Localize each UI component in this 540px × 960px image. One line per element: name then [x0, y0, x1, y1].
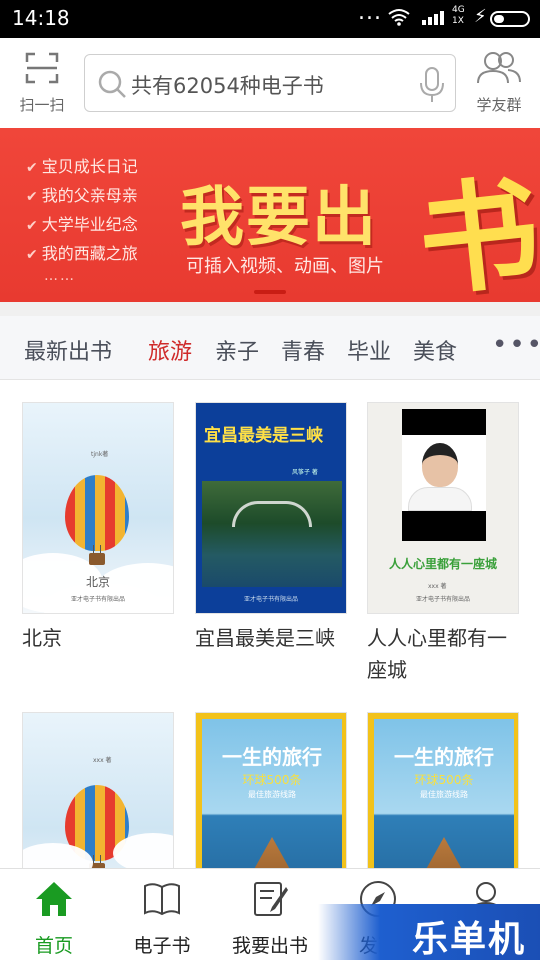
banner-list-item: ✔ 宝贝成长日记 [26, 157, 138, 176]
banner-list-item: ✔ 我的父亲母亲 [26, 186, 138, 205]
cover-subtitle: 环球500条 [242, 773, 302, 787]
clock: 14:18 [12, 6, 70, 30]
tab-graduation[interactable]: 毕业 [347, 334, 391, 366]
search-icon [98, 70, 126, 98]
tab-travel[interactable]: 旅游 [148, 334, 192, 366]
network-type: 4G 1X [452, 5, 465, 26]
watermark: 乐单机 [318, 904, 540, 960]
cover-tagline: 最佳旅游线路 [420, 790, 468, 799]
cover-author: tjnk著 [91, 451, 109, 458]
book-title[interactable]: 北京 [22, 622, 174, 654]
wifi-icon [388, 9, 410, 26]
cover-author: xxx 著 [93, 757, 112, 764]
cover-tagline: 最佳旅游线路 [248, 790, 296, 799]
search-input[interactable]: 共有62054种电子书 [131, 70, 324, 100]
check-icon: ✔ [26, 160, 38, 176]
microphone-icon[interactable] [419, 67, 445, 103]
write-icon [254, 882, 288, 916]
banner-headline: 我要出 [180, 180, 378, 255]
book-card[interactable]: 人人心里都有一座城 xxx 著 亚才电子书有限出品 人人心里都有一座城 [367, 402, 519, 686]
nav-home-label: 首页 [34, 935, 73, 957]
scan-label: 扫一扫 [19, 96, 65, 114]
tab-food[interactable]: 美食 [413, 334, 457, 366]
top-header: 扫一扫 共有62054种电子书 学友群 [0, 38, 540, 128]
search-box[interactable]: 共有62054种电子书 [84, 54, 456, 112]
cover-title: 一生的旅行 [394, 745, 494, 769]
banner-ellipsis: …… [44, 268, 76, 284]
cover-title: 人人心里都有一座城 [388, 557, 497, 571]
group-icon [477, 52, 521, 84]
check-icon: ✔ [26, 189, 38, 205]
battery-icon [490, 11, 530, 27]
scan-button[interactable]: 扫一扫 [10, 52, 74, 115]
cover-publisher: 亚才电子书有限出品 [243, 596, 298, 603]
charging-icon: ⚡ [474, 6, 487, 27]
nav-publish-label: 我要出书 [231, 935, 308, 957]
signal-icon [422, 11, 444, 25]
more-categories-button[interactable]: ••• [492, 330, 540, 360]
cover-title: 一生的旅行 [222, 745, 322, 769]
portrait-photo [402, 435, 486, 511]
tab-latest[interactable]: 最新出书 [24, 334, 112, 366]
cover-title: 北京 [85, 575, 110, 589]
nav-publish[interactable]: 我要出书 [216, 869, 324, 960]
cover-publisher: 亚才电子书有限出品 [70, 596, 125, 603]
group-label: 学友群 [476, 96, 522, 114]
check-icon: ✔ [26, 218, 38, 234]
notification-dots: ... [358, 0, 382, 25]
watermark-text: 乐单机 [412, 919, 527, 960]
tab-youth[interactable]: 青春 [281, 334, 325, 366]
study-group-button[interactable]: 学友群 [464, 50, 534, 115]
book-cover[interactable]: 宜昌最美是三峡 风筝子 著 亚才电子书有限出品 [195, 402, 347, 614]
nav-home[interactable]: 首页 [0, 869, 108, 960]
nav-ebook-label: 电子书 [133, 935, 191, 957]
cover-photo [202, 481, 342, 587]
book-title[interactable]: 人人心里都有一座城 [367, 622, 519, 686]
cover-subtitle: 环球500条 [414, 773, 474, 787]
home-icon [36, 882, 72, 916]
category-tabs: 最新出书 旅游 亲子 青春 毕业 美食 ••• [0, 316, 540, 380]
cover-author: 风筝子 著 [292, 469, 318, 476]
book-title[interactable]: 宜昌最美是三峡 [195, 622, 347, 654]
promo-banner[interactable]: ✔ 宝贝成长日记 ✔ 我的父亲母亲 ✔ 大学毕业纪念 ✔ 我的西藏之旅 …… 我要出 书… [0, 128, 540, 302]
book-card[interactable]: 宜昌最美是三峡 风筝子 著 亚才电子书有限出品 宜昌最美是三峡 [195, 402, 347, 654]
tab-parenting[interactable]: 亲子 [215, 334, 259, 366]
status-bar: 14:18 ... 4G 1X ⚡ [0, 0, 540, 38]
banner-list-item: ✔ 大学毕业纪念 [26, 215, 138, 234]
cover-publisher: 亚才电子书有限出品 [415, 596, 470, 603]
check-icon: ✔ [26, 247, 38, 263]
nav-ebook[interactable]: 电子书 [108, 869, 216, 960]
book-cover[interactable]: tjnk著 北京 亚才电子书有限出品 [22, 402, 174, 614]
book-icon [144, 883, 180, 916]
cover-author: xxx 著 [428, 583, 447, 590]
banner-list: ✔ 宝贝成长日记 ✔ 我的父亲母亲 ✔ 大学毕业纪念 ✔ 我的西藏之旅 [26, 152, 138, 268]
banner-list-item: ✔ 我的西藏之旅 [26, 244, 138, 263]
scan-icon [25, 52, 59, 84]
book-card[interactable]: tjnk著 北京 亚才电子书有限出品 北京 [22, 402, 174, 654]
book-cover[interactable]: 人人心里都有一座城 xxx 著 亚才电子书有限出品 [367, 402, 519, 614]
banner-subtitle: 可插入视频、动画、图片 [186, 256, 384, 277]
balloon-image [65, 475, 129, 551]
cover-title: 宜昌最美是三峡 [204, 426, 323, 446]
banner-headline-char: 书 [412, 161, 540, 302]
section-divider [0, 302, 540, 316]
carousel-indicator [254, 290, 286, 294]
